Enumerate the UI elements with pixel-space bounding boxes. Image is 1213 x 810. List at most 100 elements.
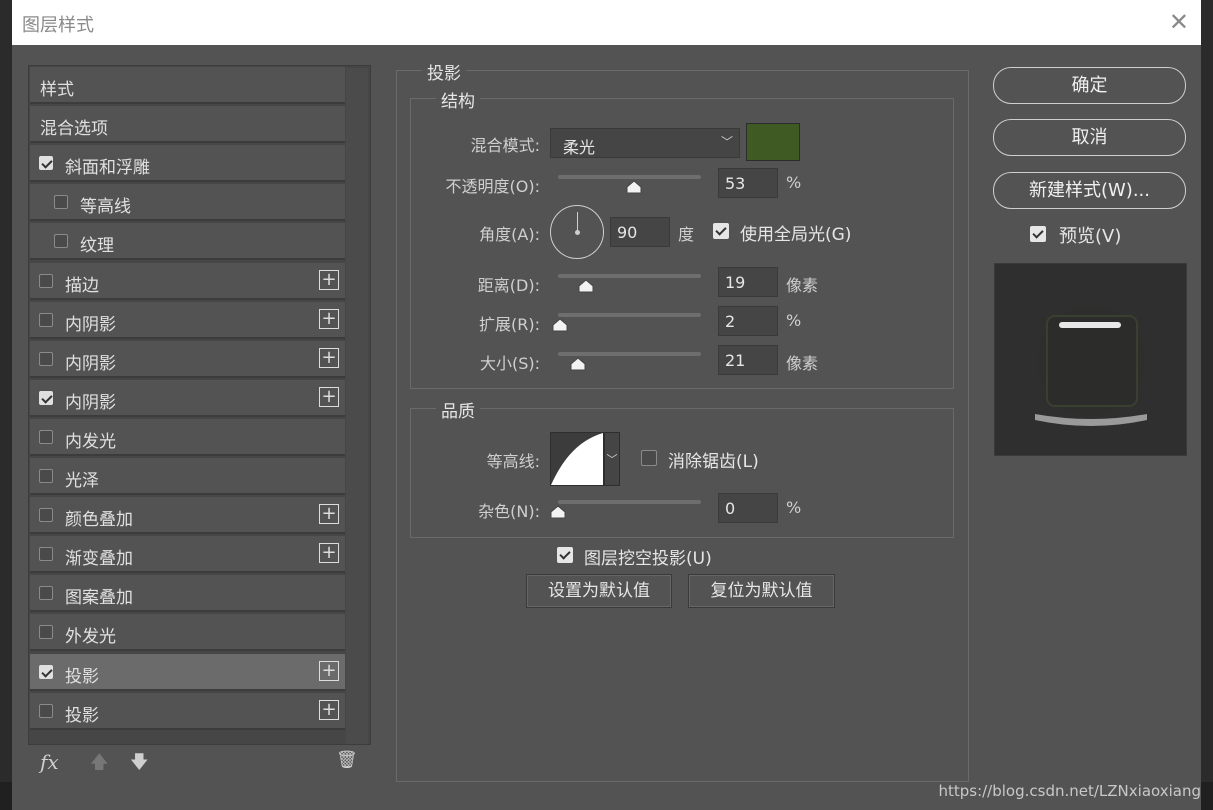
add-effect-icon[interactable]: + bbox=[319, 269, 339, 290]
spread-input[interactable]: 2 bbox=[718, 306, 778, 336]
add-effect-icon[interactable]: + bbox=[319, 504, 339, 525]
style-preview-thumbnail bbox=[995, 264, 1186, 455]
style-row-checkbox[interactable] bbox=[39, 273, 53, 288]
blend-mode-select[interactable]: 柔光 ﹀ bbox=[550, 128, 740, 158]
add-effect-icon[interactable]: + bbox=[319, 660, 339, 681]
style-row[interactable]: 投影 + bbox=[30, 692, 345, 730]
angle-needle bbox=[577, 212, 578, 232]
fx-icon[interactable]: fx bbox=[40, 750, 59, 774]
blend-mode-label: 混合模式: bbox=[470, 136, 540, 155]
distance-input[interactable]: 19 bbox=[718, 267, 778, 297]
knockout-label[interactable]: 图层挖空投影(U) bbox=[584, 544, 712, 569]
move-down-icon[interactable]: 🡇 bbox=[130, 750, 149, 780]
style-row-checkbox[interactable] bbox=[39, 586, 53, 601]
style-row-label: 图案叠加 bbox=[65, 588, 133, 609]
style-row-label: 光泽 bbox=[65, 471, 99, 491]
style-row-label: 内阴影 bbox=[65, 314, 116, 335]
style-row-label: 内阴影 bbox=[65, 392, 116, 413]
style-row[interactable]: 外发光 bbox=[30, 614, 345, 652]
style-row[interactable]: 图案叠加 bbox=[30, 575, 345, 613]
style-row-checkbox[interactable] bbox=[54, 234, 68, 249]
ok-button[interactable]: 确定 bbox=[993, 67, 1186, 104]
style-row-label: 内发光 bbox=[65, 431, 116, 452]
new-style-button[interactable]: 新建样式(W)... bbox=[993, 172, 1186, 209]
trash-icon[interactable]: 🗑 bbox=[336, 750, 358, 770]
add-effect-icon[interactable]: + bbox=[319, 386, 339, 407]
global-light-checkbox[interactable] bbox=[713, 223, 729, 239]
antialias-checkbox[interactable] bbox=[641, 450, 657, 466]
style-row-checkbox[interactable] bbox=[39, 312, 53, 327]
angle-dial[interactable] bbox=[550, 205, 604, 259]
add-effect-icon[interactable]: + bbox=[319, 347, 339, 368]
style-row-checkbox[interactable] bbox=[39, 547, 53, 562]
style-row-label: 等高线 bbox=[80, 197, 131, 218]
ps-panel-strip bbox=[1201, 0, 1213, 810]
size-slider[interactable] bbox=[558, 352, 701, 356]
spread-slider[interactable] bbox=[558, 313, 701, 317]
style-row-checkbox[interactable] bbox=[54, 195, 68, 210]
drop-shadow-title: 投影 bbox=[422, 59, 466, 84]
style-row[interactable]: 内阴影 + bbox=[30, 301, 345, 339]
add-effect-icon[interactable]: + bbox=[319, 699, 339, 720]
style-row-label: 混合选项 bbox=[40, 119, 108, 140]
global-light-label[interactable]: 使用全局光(G) bbox=[740, 220, 851, 245]
style-row-checkbox[interactable] bbox=[39, 351, 53, 366]
structure-title: 结构 bbox=[436, 87, 480, 112]
antialias-label[interactable]: 消除锯齿(L) bbox=[668, 447, 759, 472]
style-row[interactable]: 投影 + bbox=[30, 653, 345, 691]
angle-input[interactable]: 90 bbox=[610, 217, 670, 247]
opacity-input[interactable]: 53 bbox=[718, 168, 778, 198]
noise-input[interactable]: 0 bbox=[718, 493, 778, 523]
noise-label: 杂色(N): bbox=[478, 502, 540, 521]
noise-slider[interactable] bbox=[558, 500, 701, 504]
styles-list-scrollbar[interactable] bbox=[346, 68, 368, 744]
style-row[interactable]: 样式 bbox=[30, 67, 345, 104]
cancel-button[interactable]: 取消 bbox=[993, 119, 1186, 156]
spread-unit: % bbox=[786, 311, 802, 330]
style-row[interactable]: 颜色叠加 + bbox=[30, 497, 345, 535]
opacity-label: 不透明度(O): bbox=[445, 177, 540, 196]
size-slider-thumb[interactable] bbox=[570, 357, 586, 371]
opacity-slider-thumb[interactable] bbox=[626, 180, 642, 194]
style-row[interactable]: 光泽 bbox=[30, 458, 345, 495]
style-row[interactable]: 内发光 bbox=[30, 418, 345, 456]
knockout-checkbox[interactable] bbox=[557, 547, 573, 563]
style-row[interactable]: 内阴影 + bbox=[30, 340, 345, 378]
preview-checkbox[interactable] bbox=[1030, 226, 1046, 242]
style-row-label: 斜面和浮雕 bbox=[65, 158, 150, 179]
style-row-checkbox[interactable] bbox=[39, 429, 53, 444]
shadow-color-swatch[interactable] bbox=[746, 123, 800, 161]
style-row-checkbox[interactable] bbox=[39, 390, 53, 405]
distance-slider[interactable] bbox=[558, 274, 701, 278]
style-row-label: 渐变叠加 bbox=[65, 549, 133, 570]
add-effect-icon[interactable]: + bbox=[319, 543, 339, 564]
reset-default-button[interactable]: 复位为默认值 bbox=[688, 574, 835, 608]
noise-slider-thumb[interactable] bbox=[550, 505, 566, 519]
style-row[interactable]: 等高线 bbox=[30, 184, 345, 222]
style-preview bbox=[994, 263, 1187, 456]
size-input[interactable]: 21 bbox=[718, 345, 778, 375]
add-effect-icon[interactable]: + bbox=[319, 308, 339, 329]
contour-preview[interactable] bbox=[550, 432, 604, 486]
style-row-checkbox[interactable] bbox=[39, 703, 53, 718]
title-bar: 图层样式 ✕ bbox=[12, 0, 1201, 45]
style-row[interactable]: 描边 + bbox=[30, 262, 345, 300]
style-row-checkbox[interactable] bbox=[39, 156, 53, 171]
style-row[interactable]: 内阴影 + bbox=[30, 379, 345, 417]
close-icon[interactable]: ✕ bbox=[1169, 8, 1189, 36]
distance-slider-thumb[interactable] bbox=[578, 279, 594, 293]
style-row[interactable]: 渐变叠加 + bbox=[30, 536, 345, 574]
style-row[interactable]: 斜面和浮雕 bbox=[30, 145, 345, 183]
style-row[interactable]: 纹理 bbox=[30, 223, 345, 261]
opacity-slider[interactable] bbox=[558, 175, 701, 179]
style-row[interactable]: 混合选项 bbox=[30, 106, 345, 144]
style-row-checkbox[interactable] bbox=[39, 664, 53, 679]
preview-label[interactable]: 预览(V) bbox=[1059, 222, 1121, 248]
set-default-button[interactable]: 设置为默认值 bbox=[526, 574, 672, 608]
spread-slider-thumb[interactable] bbox=[552, 318, 568, 332]
move-up-icon[interactable]: 🡅 bbox=[90, 750, 109, 780]
style-row-checkbox[interactable] bbox=[39, 508, 53, 523]
style-row-checkbox[interactable] bbox=[39, 625, 53, 640]
contour-dropdown[interactable]: ﹀ bbox=[604, 432, 620, 486]
style-row-checkbox[interactable] bbox=[39, 469, 53, 483]
